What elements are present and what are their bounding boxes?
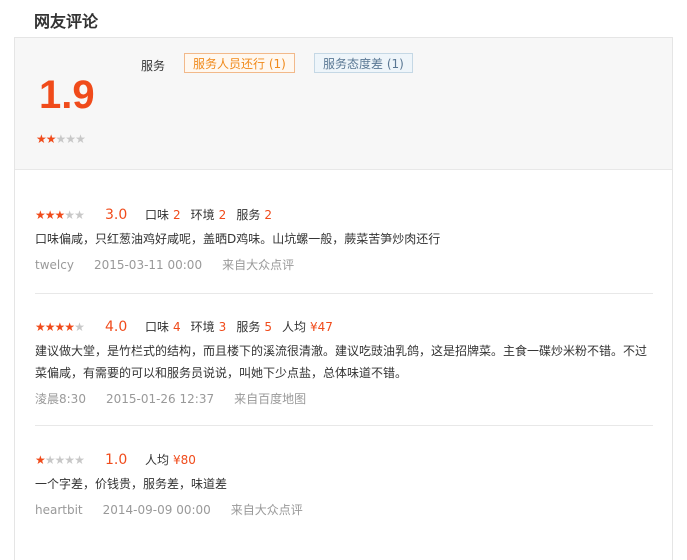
star-icon: ★ bbox=[44, 453, 56, 467]
rating-dimension: 口味 2 bbox=[145, 208, 181, 222]
star-icon: ★ bbox=[44, 320, 56, 334]
rating-dimension: 口味 4 bbox=[145, 320, 181, 334]
rating-dimension: 服务 5 bbox=[236, 320, 272, 334]
rating-dimension: 人均 ¥47 bbox=[281, 320, 333, 334]
review-text: 建议做大堂，是竹栏式的结构，而且楼下的溪流很清澈。建议吃豉油乳鸽，这是招牌菜。主… bbox=[35, 344, 648, 380]
review-score: 1.0 bbox=[105, 452, 128, 468]
rating-dimension: 环境 3 bbox=[190, 320, 227, 334]
page-title: 网友评论 bbox=[34, 12, 99, 31]
review-source: 来自百度地图 bbox=[234, 392, 307, 406]
rating-dimension: 环境 2 bbox=[190, 208, 227, 222]
category-label: 服务 bbox=[141, 59, 166, 73]
tag-positive[interactable]: 服务人员还行 (1) bbox=[184, 53, 295, 73]
review-page: 网友评论 1.9 ★★★★★ 服务 服务人员还行 (1) 服务态度差 (1) ★… bbox=[0, 0, 687, 560]
review-header: ★★★★★ 3.0 口味 2 环境 2 服务 2 bbox=[35, 206, 282, 223]
star-icon: ★ bbox=[54, 208, 66, 222]
tag-negative[interactable]: 服务态度差 (1) bbox=[314, 53, 413, 73]
overall-score: 1.9 bbox=[39, 73, 95, 117]
review-text: 一个字差，价钱贵，服务差，味道差 bbox=[35, 477, 228, 491]
star-icon: ★ bbox=[74, 453, 85, 467]
review-meta: 淩晨8:30 2015-01-26 12:37 来自百度地图 bbox=[35, 390, 326, 407]
star-icon: ★ bbox=[45, 132, 57, 146]
rating-summary: 1.9 ★★★★★ 服务 服务人员还行 (1) 服务态度差 (1) bbox=[15, 38, 672, 170]
review-user[interactable]: 淩晨8:30 bbox=[35, 392, 86, 406]
star-icon: ★ bbox=[44, 208, 56, 222]
review-user[interactable]: twelcy bbox=[35, 258, 74, 272]
rating-dimension: 人均 ¥80 bbox=[145, 453, 196, 467]
review-score: 3.0 bbox=[105, 207, 128, 223]
star-icon: ★ bbox=[64, 208, 75, 222]
review-header: ★★★★★ 1.0 人均 ¥80 bbox=[35, 451, 206, 468]
star-icon: ★ bbox=[54, 453, 66, 467]
review-user[interactable]: heartbit bbox=[35, 503, 83, 517]
star-icon: ★ bbox=[36, 132, 47, 146]
review-meta: twelcy 2015-03-11 00:00 来自大众点评 bbox=[35, 256, 314, 273]
star-icon: ★ bbox=[65, 132, 76, 146]
star-icon: ★ bbox=[74, 320, 85, 334]
divider bbox=[35, 425, 653, 426]
star-icon: ★ bbox=[64, 320, 75, 334]
review-date: 2015-01-26 12:37 bbox=[105, 392, 215, 406]
rating-dimension: 服务 2 bbox=[236, 208, 272, 222]
star-icon: ★ bbox=[35, 320, 46, 334]
star-icon: ★ bbox=[35, 453, 46, 467]
review-star-rating: ★★★★★ bbox=[35, 320, 105, 334]
star-icon: ★ bbox=[55, 132, 67, 146]
review-star-rating: ★★★★★ bbox=[35, 208, 105, 222]
review-date: 2015-03-11 00:00 bbox=[93, 258, 203, 272]
review-star-rating: ★★★★★ bbox=[35, 453, 105, 467]
star-icon: ★ bbox=[74, 208, 85, 222]
review-source: 来自大众点评 bbox=[222, 258, 295, 272]
star-icon: ★ bbox=[54, 320, 66, 334]
review-source: 来自大众点评 bbox=[230, 503, 303, 517]
review-date: 2014-09-09 00:00 bbox=[102, 503, 211, 517]
divider bbox=[35, 293, 653, 294]
review-text: 口味偏咸，只红葱油鸡好咸呢，盖晒D鸡味。山坑螺一般，蕨菜苦笋炒肉还行 bbox=[35, 232, 441, 246]
review-header: ★★★★★ 4.0 口味 4 环境 3 服务 5 人均 ¥47 bbox=[35, 318, 343, 335]
star-icon: ★ bbox=[75, 132, 86, 146]
star-icon: ★ bbox=[35, 208, 46, 222]
review-meta: heartbit 2014-09-09 00:00 来自大众点评 bbox=[35, 501, 323, 518]
review-panel: 1.9 ★★★★★ 服务 服务人员还行 (1) 服务态度差 (1) ★★★★★ … bbox=[14, 37, 673, 560]
star-icon: ★ bbox=[64, 453, 75, 467]
overall-star-rating: ★★★★★ bbox=[36, 128, 86, 147]
review-score: 4.0 bbox=[105, 319, 128, 335]
